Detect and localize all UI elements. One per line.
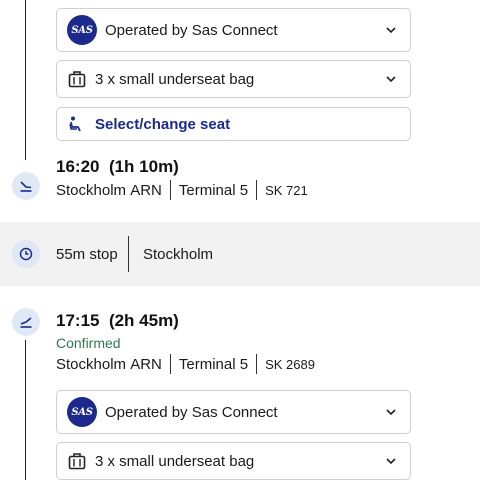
baggage-dropdown-1[interactable]: 3 x small underseat bag bbox=[56, 60, 411, 98]
booking-status: Confirmed bbox=[56, 335, 121, 351]
chevron-down-icon bbox=[386, 76, 396, 83]
chevron-down-icon bbox=[386, 27, 396, 34]
takeoff-node bbox=[12, 308, 40, 336]
operator-label-1: Operated by Sas Connect bbox=[105, 21, 278, 39]
baggage-label-1: 3 x small underseat bag bbox=[95, 70, 255, 88]
stop-divider bbox=[128, 236, 129, 272]
seat-icon bbox=[69, 116, 81, 132]
baggage-label-2: 3 x small underseat bag bbox=[95, 452, 255, 470]
plane-takeoff-icon bbox=[20, 317, 32, 328]
arrival-time: 16:20 (1h 10m) bbox=[56, 157, 179, 176]
stop-city: Stockholm bbox=[143, 246, 214, 263]
timeline-line-top bbox=[25, 0, 26, 160]
landing-node bbox=[12, 172, 40, 200]
plane-landing-icon bbox=[20, 181, 32, 192]
operator-dropdown-1[interactable]: SAS Operated by Sas Connect bbox=[56, 8, 411, 52]
operator-dropdown-2[interactable]: SAS Operated by Sas Connect bbox=[56, 390, 411, 434]
departure-time: 17:15 (2h 45m) bbox=[56, 311, 179, 330]
stopover-band: 55m stop Stockholm bbox=[0, 222, 480, 286]
stop-node bbox=[12, 240, 40, 268]
arrival-details: Stockholm ARN Terminal 5 SK 721 bbox=[56, 180, 308, 200]
operator-label-2: Operated by Sas Connect bbox=[105, 403, 278, 421]
luggage-icon bbox=[68, 453, 86, 470]
luggage-icon bbox=[68, 71, 86, 88]
baggage-dropdown-2[interactable]: 3 x small underseat bag bbox=[56, 442, 411, 480]
stop-duration: 55m stop bbox=[56, 246, 118, 263]
clock-icon bbox=[19, 247, 33, 261]
sas-logo-icon: SAS bbox=[67, 397, 97, 427]
sas-logo-icon: SAS bbox=[67, 15, 97, 45]
select-seat-button[interactable]: Select/change seat bbox=[56, 107, 411, 141]
timeline-line-bottom bbox=[25, 340, 26, 480]
departure-details: Stockholm ARN Terminal 5 SK 2689 bbox=[56, 354, 315, 374]
select-seat-label: Select/change seat bbox=[95, 115, 231, 133]
chevron-down-icon bbox=[386, 458, 396, 465]
chevron-down-icon bbox=[386, 409, 396, 416]
